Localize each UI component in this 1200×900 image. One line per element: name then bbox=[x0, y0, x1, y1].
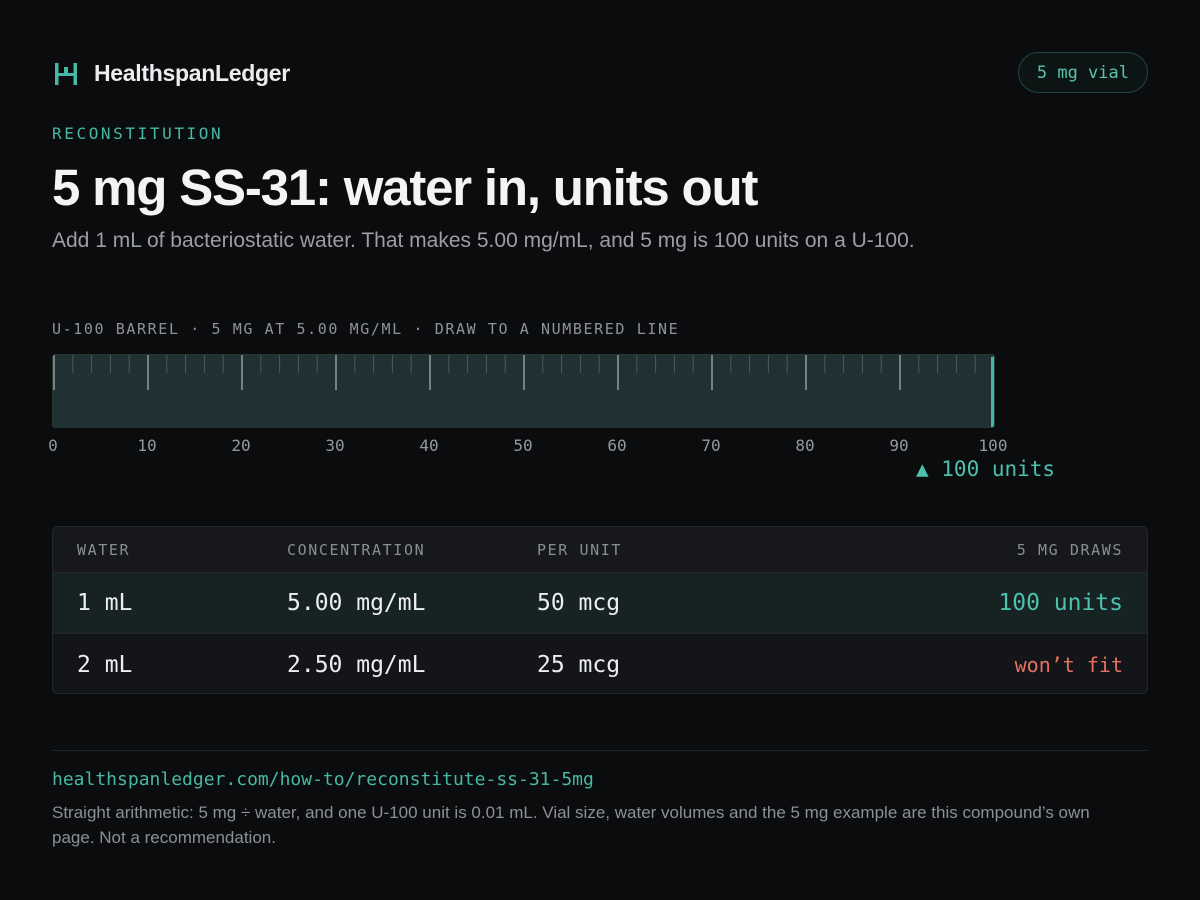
draw-amount-label: ▲ 100 units bbox=[916, 457, 1056, 481]
per-unit-value: 50 mcg bbox=[537, 590, 621, 616]
header-water: WATER bbox=[77, 540, 131, 559]
water-volume: 1 mL bbox=[77, 590, 133, 616]
tick-label: 100 bbox=[978, 436, 1008, 455]
section-eyebrow: RECONSTITUTION bbox=[52, 124, 224, 143]
brand-name: HealthspanLedger bbox=[94, 60, 290, 86]
tick-label: 70 bbox=[701, 436, 721, 455]
header-draws: 5 MG DRAWS bbox=[1016, 540, 1123, 559]
header-concentration: CONCENTRATION bbox=[287, 540, 426, 559]
concentration-value: 2.50 mg/mL bbox=[287, 651, 426, 678]
barrel-tick-marks bbox=[53, 355, 994, 390]
table-row: 2 mL 2.50 mg/mL 25 mcg won’t fit bbox=[53, 634, 1147, 693]
draw-line-marker bbox=[991, 357, 994, 427]
footer-link[interactable]: healthspanledger.com/how-to/reconstitute… bbox=[52, 769, 594, 790]
tick-label: 40 bbox=[419, 436, 439, 455]
barrel-tick-labels: 0 10 20 30 40 50 60 70 80 90 100 bbox=[48, 436, 1007, 456]
tick-label: 20 bbox=[231, 436, 251, 455]
tick-label: 90 bbox=[889, 436, 909, 455]
ledger-h-logo-icon bbox=[55, 62, 77, 85]
tick-label: 10 bbox=[137, 436, 157, 455]
vial-size-badge: 5 mg vial bbox=[1017, 52, 1148, 93]
water-volume: 2 mL bbox=[77, 651, 133, 678]
tick-label: 50 bbox=[513, 436, 533, 455]
draw-units-value: 100 units bbox=[998, 590, 1123, 616]
concentration-value: 5.00 mg/mL bbox=[287, 590, 426, 616]
draw-units-value: won’t fit bbox=[1014, 652, 1123, 677]
table-header-row: WATER CONCENTRATION PER UNIT 5 MG DRAWS bbox=[53, 527, 1147, 573]
page-subtitle: Add 1 mL of bacteriostatic water. That m… bbox=[52, 229, 915, 252]
tick-label: 0 bbox=[48, 436, 58, 455]
barrel-caption: U-100 BARREL · 5 MG AT 5.00 MG/ML · DRAW… bbox=[52, 320, 680, 338]
tick-label: 30 bbox=[325, 436, 345, 455]
brand[interactable]: HealthspanLedger bbox=[54, 60, 290, 87]
page-title: 5 mg SS-31: water in, units out bbox=[52, 159, 758, 216]
per-unit-value: 25 mcg bbox=[537, 651, 621, 678]
table-row: 1 mL 5.00 mg/mL 50 mcg 100 units bbox=[53, 573, 1147, 634]
tick-label: 60 bbox=[607, 436, 627, 455]
tick-label: 80 bbox=[795, 436, 815, 455]
header-per-unit: PER UNIT bbox=[537, 540, 623, 559]
syringe-barrel bbox=[52, 354, 995, 428]
footer-disclaimer: Straight arithmetic: 5 mg ÷ water, and o… bbox=[52, 803, 1090, 847]
dilution-table: WATER CONCENTRATION PER UNIT 5 MG DRAWS … bbox=[52, 526, 1148, 694]
footer-divider bbox=[52, 750, 1148, 751]
